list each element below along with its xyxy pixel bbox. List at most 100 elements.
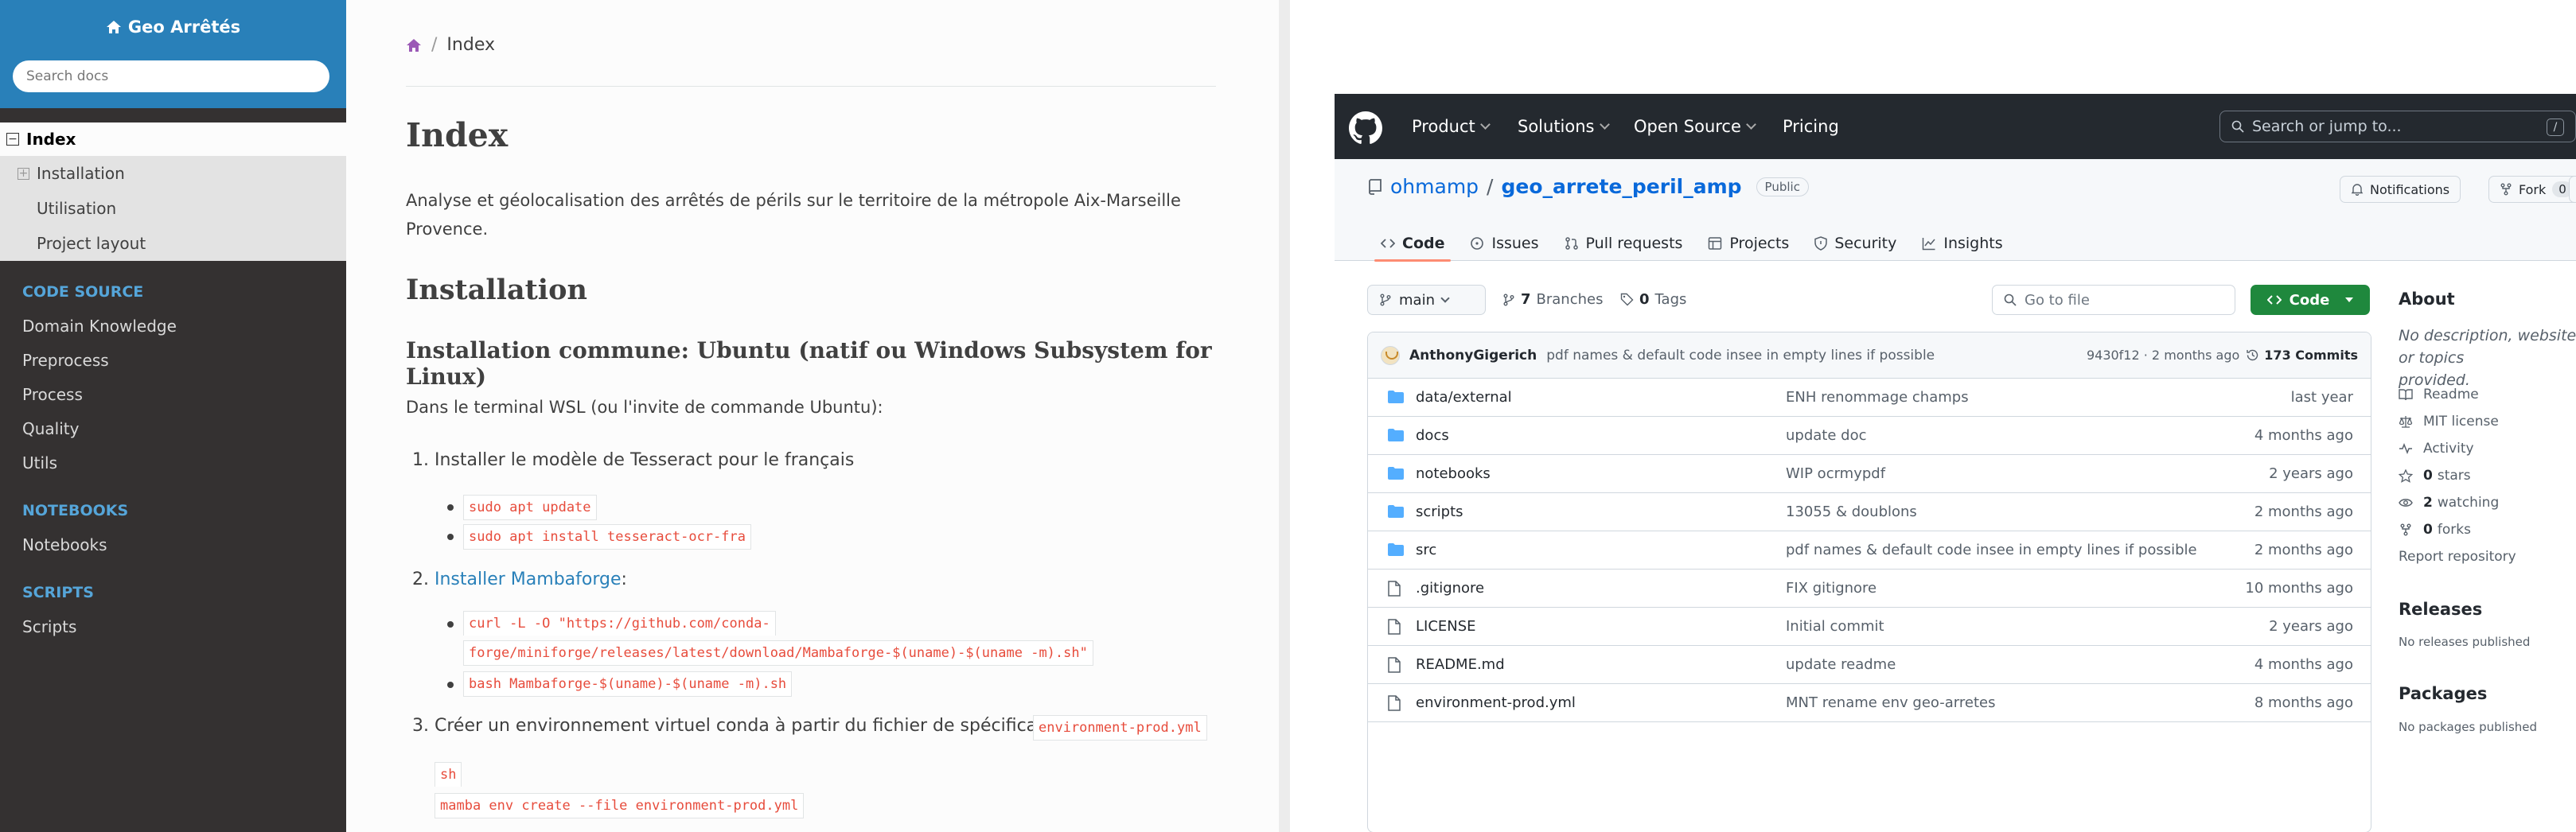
site-title-link[interactable]: Geo Arrêtés (0, 17, 346, 37)
code-icon (2266, 295, 2282, 305)
file-commit-age: 4 months ago (2254, 656, 2353, 673)
step-number: 3. (412, 716, 429, 736)
step-1: 1. Installer le modèle de Tesseract pour… (412, 450, 854, 470)
branch-select-button[interactable]: main (1367, 285, 1486, 315)
activity-link[interactable]: Activity (2399, 441, 2474, 457)
tab-issues[interactable]: Issues (1457, 226, 1551, 261)
file-commit-message-link[interactable]: 13055 & doublons (1786, 503, 1917, 520)
tab-insights[interactable]: Insights (1909, 226, 2015, 261)
tags-count: 0 (1639, 291, 1650, 308)
file-row[interactable]: environment-prod.yml MNT rename env geo-a… (1368, 684, 2371, 722)
file-commit-message-link[interactable]: update readme (1786, 656, 1896, 673)
stars-link[interactable]: 0 stars (2399, 468, 2471, 484)
file-commit-message-link[interactable]: Initial commit (1786, 618, 1884, 635)
nav-product[interactable]: Product (1412, 117, 1491, 136)
file-commit-message-link[interactable]: ENH renommage champs (1786, 389, 1969, 406)
file-row[interactable]: notebooks WIP ocrmypdf 2 years ago (1368, 455, 2371, 493)
file-name-link[interactable]: src (1416, 542, 1436, 558)
file-row[interactable]: docs update doc 4 months ago (1368, 417, 2371, 455)
file-row[interactable]: src pdf names & default code insee in emp… (1368, 531, 2371, 570)
go-to-file-input[interactable]: Go to file (1992, 285, 2235, 315)
nav-link-quality[interactable]: Quality (0, 411, 346, 445)
releases-title[interactable]: Releases (2399, 600, 2482, 619)
nav-link-utils[interactable]: Utils (0, 445, 346, 480)
file-commit-age: 4 months ago (2254, 427, 2353, 444)
file-name-link[interactable]: notebooks (1416, 465, 1491, 482)
bell-icon (2351, 184, 2364, 196)
nav-open-source[interactable]: Open Source (1634, 117, 1756, 136)
file-commit-message-link[interactable]: WIP ocrmypdf (1786, 465, 1885, 482)
file-commit-message-link[interactable]: FIX gitignore (1786, 580, 1876, 597)
readme-link[interactable]: Readme (2399, 387, 2479, 402)
repo-name-link[interactable]: geo_arrete_peril_amp (1501, 175, 1741, 198)
file-row[interactable]: .gitignore FIX gitignore 10 months ago (1368, 570, 2371, 608)
file-name-link[interactable]: environment-prod.yml (1416, 694, 1576, 711)
file-row[interactable]: README.md update readme 4 months ago (1368, 646, 2371, 684)
file-icon-wrap (1387, 619, 1401, 635)
tags-link[interactable]: 0 Tags (1620, 291, 1686, 308)
visibility-badge: Public (1756, 177, 1809, 196)
report-repository-link[interactable]: Report repository (2399, 549, 2516, 565)
mambaforge-link[interactable]: Installer Mambaforge (435, 570, 622, 589)
watching-link[interactable]: 2 watching (2399, 495, 2499, 511)
watching-label: watching (2437, 495, 2500, 511)
toc-item-index[interactable]: − Index (0, 122, 346, 156)
github-search-input[interactable]: Search or jump to... / (2219, 111, 2576, 142)
commits-count: 173 Commits (2264, 348, 2358, 363)
breadcrumb: / Index (406, 35, 495, 55)
nav-link-preprocess[interactable]: Preprocess (0, 343, 346, 377)
tab-security[interactable]: Security (1802, 226, 1909, 261)
nav-pricing[interactable]: Pricing (1783, 117, 1839, 136)
folder-icon (1388, 505, 1404, 518)
notifications-button[interactable]: Notifications (2340, 176, 2461, 203)
file-name-link[interactable]: scripts (1416, 503, 1463, 520)
forks-link[interactable]: 0 forks (2399, 522, 2471, 538)
commit-hash-age[interactable]: 9430f12 · 2 months ago (2087, 348, 2239, 363)
file-commit-message-link[interactable]: MNT rename env geo-arretes (1786, 694, 1995, 711)
tab-pull-requests[interactable]: Pull requests (1552, 226, 1696, 261)
nav-link-scripts[interactable]: Scripts (0, 609, 346, 643)
toc-item-project-layout[interactable]: Project layout (0, 226, 346, 261)
file-name-link[interactable]: docs (1416, 427, 1449, 444)
fork-button[interactable]: Fork 0 (2488, 176, 2576, 203)
repo-owner-link[interactable]: ohmamp (1390, 175, 1479, 198)
tags-label: Tags (1654, 291, 1687, 308)
file-commit-age: 2 years ago (2269, 618, 2353, 635)
code-dropdown-button[interactable]: Code (2251, 285, 2370, 315)
expand-icon[interactable]: + (18, 167, 29, 180)
packages-title[interactable]: Packages (2399, 684, 2487, 703)
star-button[interactable] (2569, 176, 2576, 203)
nav-solutions[interactable]: Solutions (1518, 117, 1610, 136)
nav-link-domain-knowledge[interactable]: Domain Knowledge (0, 309, 346, 343)
collapse-icon[interactable]: − (6, 133, 19, 146)
heading-installation: Installation (406, 274, 587, 306)
toc-item-installation[interactable]: + Installation (0, 156, 346, 191)
file-row[interactable]: scripts 13055 & doublons 2 months ago (1368, 493, 2371, 531)
tab-projects[interactable]: Projects (1695, 226, 1802, 261)
file-commit-message-link[interactable]: update doc (1786, 427, 1866, 444)
github-logo-icon[interactable] (1349, 111, 1382, 145)
toc-item-label: Index (26, 130, 76, 149)
file-name-link[interactable]: README.md (1416, 656, 1505, 673)
home-icon[interactable] (406, 38, 422, 52)
tab-label: Projects (1729, 235, 1790, 252)
avatar[interactable] (1381, 345, 1400, 365)
file-name-link[interactable]: .gitignore (1416, 580, 1484, 597)
tab-code[interactable]: Code (1368, 226, 1457, 262)
shield-icon (1814, 236, 1828, 251)
file-row[interactable]: LICENSE Initial commit 2 years ago (1368, 608, 2371, 646)
file-row[interactable]: data/external ENH renommage champs last ye… (1368, 379, 2371, 417)
docs-search-input[interactable] (13, 60, 329, 92)
file-commit-message-link[interactable]: pdf names & default code insee in empty … (1786, 542, 2197, 558)
commits-link[interactable]: 173 Commits (2246, 348, 2358, 363)
branches-link[interactable]: 7 Branches (1502, 291, 1603, 308)
nav-link-process[interactable]: Process (0, 377, 346, 411)
file-name-link[interactable]: data/external (1416, 389, 1512, 406)
file-icon-wrap (1387, 695, 1401, 711)
file-name-link[interactable]: LICENSE (1416, 618, 1476, 635)
toc-item-utilisation[interactable]: Utilisation (0, 191, 346, 226)
commit-author-link[interactable]: AnthonyGigerich (1409, 348, 1537, 364)
nav-link-notebooks[interactable]: Notebooks (0, 527, 346, 562)
license-link[interactable]: MIT license (2399, 414, 2499, 430)
commit-message-link[interactable]: pdf names & default code insee in empty … (1546, 348, 1935, 364)
